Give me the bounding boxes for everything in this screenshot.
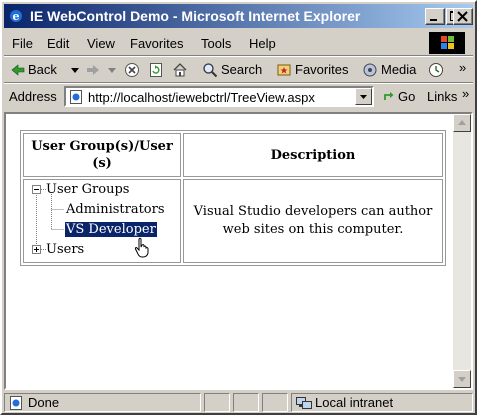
go-arrow-icon[interactable]: [382, 89, 396, 103]
page-content-frame: User Group(s)/User (s) Description User …: [4, 112, 473, 390]
scroll-up-icon: [458, 120, 466, 125]
favorites-button[interactable]: Favorites: [295, 62, 348, 77]
address-label: Address: [9, 89, 57, 104]
window-title: IE WebControl Demo - Microsoft Internet …: [30, 8, 361, 24]
scroll-down-button[interactable]: [453, 370, 471, 388]
page-icon: [70, 90, 82, 104]
back-dropdown-arrow-icon[interactable]: [67, 62, 83, 78]
search-icon[interactable]: [202, 62, 218, 78]
refresh-icon[interactable]: [148, 62, 164, 78]
menu-edit[interactable]: Edit: [47, 36, 69, 51]
home-icon[interactable]: [172, 62, 188, 78]
menu-bar: File Edit View Favorites Tools Help: [4, 32, 473, 54]
page-viewport: User Group(s)/User (s) Description User …: [6, 114, 453, 388]
tree-node-user-groups[interactable]: User Groups: [46, 182, 129, 197]
standard-toolbar: Back Search Favorites Media »: [4, 58, 473, 82]
status-panel-2: [233, 393, 259, 412]
links-button[interactable]: Links: [427, 89, 457, 104]
hand-cursor-icon: [134, 237, 149, 258]
dropdown-arrow-icon: [360, 95, 367, 99]
stop-icon[interactable]: [124, 62, 140, 78]
ie-icon: e: [10, 10, 22, 23]
browser-window: e IE WebControl Demo - Microsoft Interne…: [0, 0, 477, 415]
page-icon: [10, 396, 22, 410]
vertical-scrollbar[interactable]: [453, 114, 471, 388]
menu-favorites[interactable]: Favorites: [130, 36, 183, 51]
status-panel-1: [204, 393, 230, 412]
address-input[interactable]: http://localhost/iewebctrl/TreeView.aspx: [64, 86, 374, 107]
forward-arrow-icon[interactable]: [85, 62, 101, 78]
status-zone: Local intranet: [315, 395, 394, 410]
tree-node-administrators[interactable]: Administrators: [66, 202, 165, 217]
description-cell: Visual Studio developers can author web …: [183, 179, 443, 263]
menu-file[interactable]: File: [12, 36, 33, 51]
toolbar-overflow-icon[interactable]: »: [459, 60, 466, 75]
status-text: Done: [28, 395, 60, 410]
status-bar: Done Local intranet: [4, 392, 473, 413]
media-button[interactable]: Media: [381, 62, 416, 77]
status-main-panel: Done: [4, 393, 201, 412]
title-bar[interactable]: e IE WebControl Demo - Microsoft Interne…: [4, 4, 473, 28]
treeview-table: User Group(s)/User (s) Description User …: [20, 130, 446, 266]
collapse-icon[interactable]: [32, 185, 41, 194]
address-url: http://localhost/iewebctrl/TreeView.aspx: [88, 90, 315, 105]
back-arrow-icon[interactable]: [10, 62, 26, 78]
close-icon: [457, 11, 468, 22]
status-panel-3: [262, 393, 288, 412]
tree-cell: User Groups Administrators VS Developer …: [23, 179, 181, 263]
svg-text:e: e: [13, 10, 20, 23]
history-icon[interactable]: [428, 62, 444, 78]
minimize-button[interactable]: [425, 8, 445, 25]
minimize-icon: [430, 19, 437, 21]
back-button[interactable]: Back: [28, 62, 57, 77]
menu-view[interactable]: View: [87, 36, 115, 51]
links-overflow-icon[interactable]: »: [462, 86, 469, 101]
menu-help[interactable]: Help: [249, 36, 276, 51]
go-button[interactable]: Go: [398, 89, 415, 104]
tree-view: User Groups Administrators VS Developer …: [24, 180, 180, 262]
favorites-icon[interactable]: [276, 62, 292, 78]
address-dropdown-button[interactable]: [355, 88, 372, 105]
forward-dropdown-arrow-icon[interactable]: [104, 62, 120, 78]
close-button[interactable]: [453, 8, 473, 25]
header-user-groups: User Group(s)/User (s): [23, 133, 181, 177]
search-button[interactable]: Search: [221, 62, 262, 77]
expand-icon[interactable]: [32, 245, 41, 254]
windows-logo-icon: [429, 32, 465, 54]
header-description: Description: [183, 133, 443, 177]
menu-separator: [4, 55, 473, 57]
scroll-down-icon: [458, 377, 466, 382]
address-bar: Address http://localhost/iewebctrl/TreeV…: [4, 84, 473, 110]
status-zone-panel: Local intranet: [291, 393, 473, 412]
menu-tools[interactable]: Tools: [201, 36, 231, 51]
tree-node-users[interactable]: Users: [46, 242, 84, 257]
intranet-icon: [296, 397, 312, 409]
media-icon[interactable]: [362, 62, 378, 78]
tree-node-vs-developer[interactable]: VS Developer: [65, 222, 157, 237]
scroll-up-button[interactable]: [453, 114, 471, 132]
